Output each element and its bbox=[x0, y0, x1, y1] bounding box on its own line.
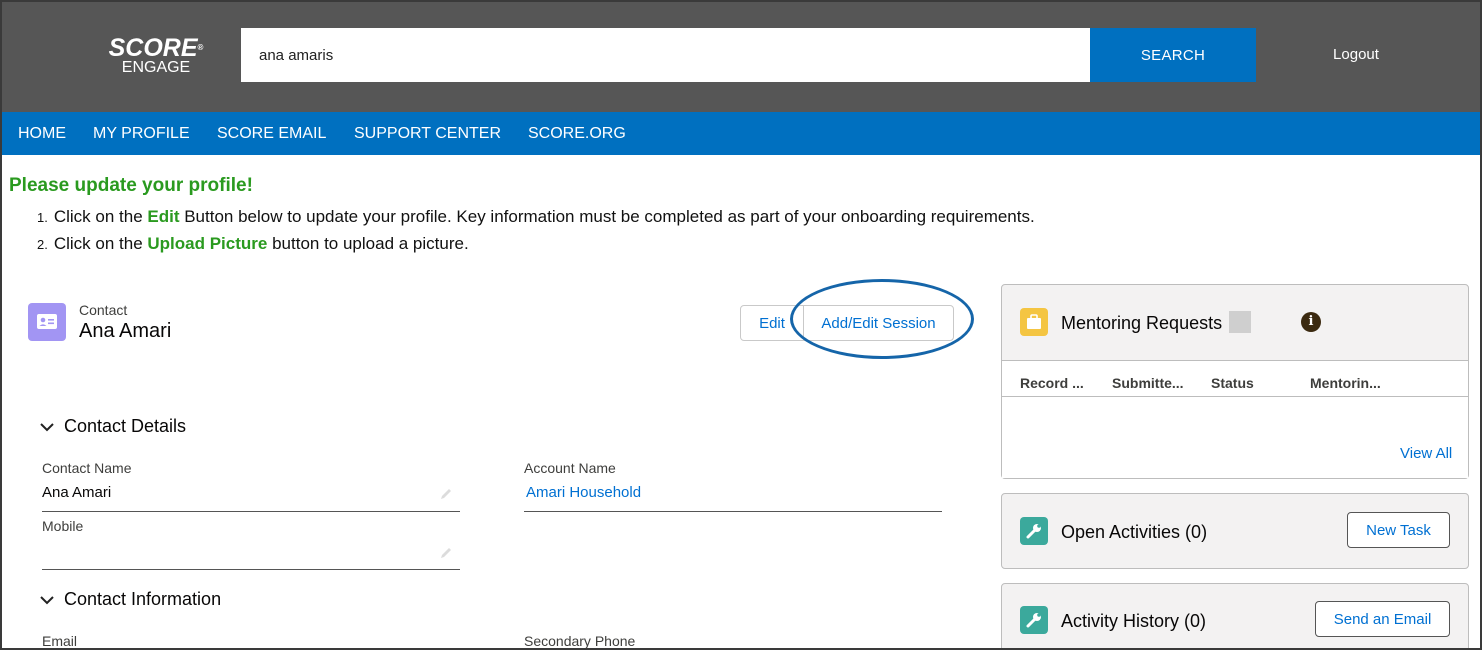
column-header[interactable]: Record ... bbox=[1020, 375, 1084, 391]
send-email-button[interactable]: Send an Email bbox=[1315, 601, 1450, 637]
chevron-down-icon bbox=[40, 416, 54, 437]
wrench-icon bbox=[1020, 517, 1048, 545]
nav-home[interactable]: HOME bbox=[18, 125, 66, 143]
search-button[interactable]: SEARCH bbox=[1090, 28, 1256, 82]
secondary-phone-label: Secondary Phone bbox=[524, 633, 636, 649]
edit-pencil-icon[interactable] bbox=[439, 487, 453, 501]
notice-item-number: 2. bbox=[37, 237, 48, 252]
table-header-divider bbox=[1002, 396, 1468, 397]
record-type-label: Contact bbox=[79, 302, 128, 318]
notice-text: Click on the bbox=[53, 234, 148, 253]
annotation-oval bbox=[790, 279, 974, 359]
notice-text: button to upload a picture. bbox=[267, 234, 469, 253]
chevron-down-icon bbox=[40, 589, 54, 610]
section-heading: Contact Information bbox=[64, 589, 222, 609]
open-activities-title: Open Activities (0) bbox=[1061, 522, 1208, 542]
main-nav: HOME MY PROFILE SCORE EMAIL SUPPORT CENT… bbox=[2, 112, 1480, 155]
column-header[interactable]: Mentorin... bbox=[1310, 375, 1381, 391]
notice-item-upload: 2. Click on the Upload Picture button to … bbox=[37, 233, 1035, 260]
profile-notice-title: Please update your profile! bbox=[9, 175, 253, 196]
nav-score-org[interactable]: SCORE.ORG bbox=[528, 125, 626, 143]
contact-name-label: Contact Name bbox=[42, 460, 132, 476]
score-engage-logo[interactable]: SCORE® ENGAGE bbox=[106, 36, 206, 77]
app-window: SCORE® ENGAGE SEARCH Logout HOME MY PROF… bbox=[0, 0, 1482, 650]
email-label: Email bbox=[42, 633, 78, 649]
view-all-link[interactable]: View All bbox=[1400, 445, 1452, 462]
contact-title-name: Ana Amari bbox=[79, 320, 172, 342]
column-header[interactable]: Status bbox=[1211, 375, 1254, 391]
nav-score-email[interactable]: SCORE EMAIL bbox=[217, 125, 326, 143]
new-task-button[interactable]: New Task bbox=[1347, 512, 1450, 548]
notice-text: Click on the bbox=[53, 207, 148, 226]
count-badge bbox=[1229, 311, 1251, 333]
mentoring-requests-title[interactable]: Mentoring Requests bbox=[1061, 313, 1222, 334]
logo-line1: SCORE bbox=[108, 34, 198, 62]
column-header[interactable]: Submitte... bbox=[1112, 375, 1184, 391]
nav-support-center[interactable]: SUPPORT CENTER bbox=[354, 125, 501, 143]
section-heading: Contact Details bbox=[64, 416, 187, 436]
info-icon[interactable]: i bbox=[1301, 312, 1321, 332]
activity-history-title: Activity History (0) bbox=[1061, 611, 1207, 631]
field-divider bbox=[42, 511, 460, 512]
notice-item-number: 1. bbox=[37, 210, 48, 225]
field-divider bbox=[524, 511, 942, 512]
edit-pencil-icon[interactable] bbox=[439, 546, 453, 560]
registered-mark: ® bbox=[197, 43, 204, 52]
briefcase-icon bbox=[1020, 308, 1048, 336]
notice-highlight-upload-picture: Upload Picture bbox=[147, 234, 268, 253]
logout-link[interactable]: Logout bbox=[1312, 46, 1400, 63]
wrench-icon bbox=[1020, 606, 1048, 634]
contact-card-icon bbox=[28, 303, 66, 341]
notice-highlight-edit: Edit bbox=[147, 207, 180, 226]
search-input[interactable] bbox=[241, 28, 1090, 82]
field-divider bbox=[42, 569, 460, 570]
notice-item-edit: 1. Click on the Edit Button below to upda… bbox=[37, 206, 1035, 233]
nav-my-profile[interactable]: MY PROFILE bbox=[93, 125, 190, 143]
account-name-label: Account Name bbox=[524, 460, 616, 476]
account-name-link[interactable]: Amari Household bbox=[526, 484, 641, 501]
notice-text: Button below to update your profile. Key… bbox=[179, 207, 1035, 226]
top-header: SCORE® ENGAGE SEARCH Logout bbox=[2, 2, 1480, 114]
mobile-label: Mobile bbox=[42, 518, 84, 534]
contact-name-value: Ana Amari bbox=[42, 484, 112, 501]
profile-notice-list: 1. Click on the Edit Button below to upda… bbox=[37, 206, 1035, 260]
section-contact-details[interactable]: Contact Details bbox=[40, 416, 186, 437]
section-contact-information[interactable]: Contact Information bbox=[40, 589, 221, 610]
